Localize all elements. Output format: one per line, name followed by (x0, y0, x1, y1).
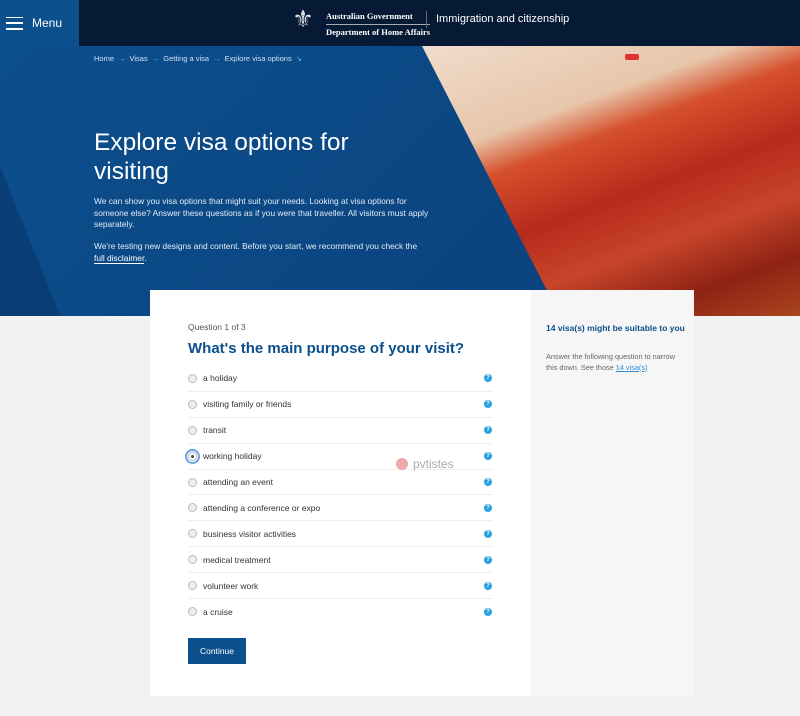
hero-shade (0, 166, 60, 316)
results-text: Answer the following question to narrow … (546, 352, 686, 373)
gov-line1: Australian Government (326, 9, 431, 25)
radio-button[interactable] (188, 399, 197, 409)
disclaimer-before: We're testing new designs and content. B… (94, 241, 418, 251)
menu-label: Menu (32, 16, 63, 30)
visas-link[interactable]: 14 visa(s) (616, 363, 648, 372)
top-bar: Menu ⚜ Australian Government Department … (0, 0, 800, 46)
hero-desert-image (422, 46, 800, 316)
option-row[interactable]: medical treatment? (188, 547, 493, 574)
radio-button[interactable] (188, 555, 197, 565)
radio-button[interactable] (188, 425, 197, 435)
radio-button[interactable] (188, 607, 197, 617)
breadcrumb: Home → Visas → Getting a visa → Explore vis… (94, 54, 302, 63)
coat-of-arms-logo[interactable]: ⚜ (282, 4, 324, 36)
watermark-logo-icon (396, 458, 408, 470)
arrow-down-right-icon: ↘ (295, 54, 303, 63)
results-sidebar: 14 visa(s) might be suitable to you Answ… (531, 290, 694, 696)
arrow-icon: → (151, 54, 160, 63)
hero-car (625, 54, 639, 60)
help-icon[interactable]: ? (484, 555, 492, 564)
option-label[interactable]: visiting family or friends (203, 399, 291, 409)
gov-line2: Department of Home Affairs (326, 27, 431, 37)
results-heading: 14 visa(s) might be suitable to you (546, 323, 685, 333)
option-row[interactable]: attending a conference or expo? (188, 495, 493, 522)
option-row[interactable]: transit? (188, 418, 493, 444)
arrow-icon: → (213, 54, 221, 63)
option-row[interactable]: volunteer work? (188, 573, 493, 600)
help-icon[interactable]: ? (484, 529, 492, 538)
radio-button[interactable] (188, 503, 197, 513)
question-title: What's the main purpose of your visit? (188, 340, 465, 357)
question-number: Question 1 of 3 (188, 322, 246, 332)
full-disclaimer-link[interactable]: full disclaimer (94, 252, 145, 264)
divider (426, 11, 427, 28)
results-text-body: Answer the following question to narrow … (546, 352, 675, 372)
option-label[interactable]: a holiday (203, 373, 237, 383)
radio-button[interactable] (188, 477, 197, 487)
help-icon[interactable]: ? (484, 374, 492, 383)
radio-button[interactable] (185, 448, 200, 464)
continue-button[interactable]: Continue (188, 638, 246, 664)
option-label[interactable]: business visitor activities (203, 529, 296, 539)
menu-button[interactable]: Menu (0, 0, 79, 46)
disclaimer-after: . (144, 252, 147, 263)
option-row[interactable]: business visitor activities? (188, 521, 493, 548)
radio-button[interactable] (188, 373, 197, 383)
option-label[interactable]: transit (203, 425, 226, 435)
gov-logo-text[interactable]: Australian Government Department of Home… (326, 9, 431, 39)
option-label[interactable]: volunteer work (203, 581, 258, 591)
option-row[interactable]: a cruise? (188, 599, 493, 625)
option-label[interactable]: a cruise (203, 607, 233, 617)
help-icon[interactable]: ? (484, 581, 492, 590)
intro-text: We can show you visa options that might … (94, 196, 429, 229)
watermark: pvtistes (396, 457, 454, 471)
hamburger-icon (6, 16, 23, 30)
option-label[interactable]: medical treatment (203, 555, 271, 565)
radio-button[interactable] (188, 529, 197, 539)
radio-button[interactable] (188, 581, 197, 591)
page-title: Explore visa options for visiting (94, 129, 349, 185)
option-row[interactable]: attending an event? (188, 470, 493, 496)
breadcrumb-home[interactable]: Home (94, 54, 114, 63)
breadcrumb-getting-a-visa[interactable]: Getting a visa (163, 54, 209, 63)
help-icon[interactable]: ? (484, 426, 492, 435)
option-label[interactable]: working holiday (203, 451, 262, 461)
option-label[interactable]: attending a conference or expo (203, 503, 320, 513)
help-icon[interactable]: ? (484, 400, 492, 409)
option-row[interactable]: visiting family or friends? (188, 392, 493, 418)
help-icon[interactable]: ? (484, 607, 492, 616)
help-icon[interactable]: ? (484, 478, 492, 486)
disclaimer-text: We're testing new designs and content. B… (94, 241, 429, 264)
help-icon[interactable]: ? (484, 503, 492, 512)
site-title[interactable]: Immigration and citizenship (436, 13, 569, 25)
options-list: a holiday? visiting family or friends? tra… (185, 366, 493, 625)
watermark-text: pvtistes (413, 457, 454, 471)
breadcrumb-visas[interactable]: Visas (130, 54, 148, 63)
option-row[interactable]: a holiday? (188, 366, 493, 392)
breadcrumb-current[interactable]: Explore visa options (225, 54, 292, 63)
arrow-icon: → (118, 54, 126, 63)
help-icon[interactable]: ? (484, 452, 492, 461)
option-label[interactable]: attending an event (203, 477, 273, 487)
